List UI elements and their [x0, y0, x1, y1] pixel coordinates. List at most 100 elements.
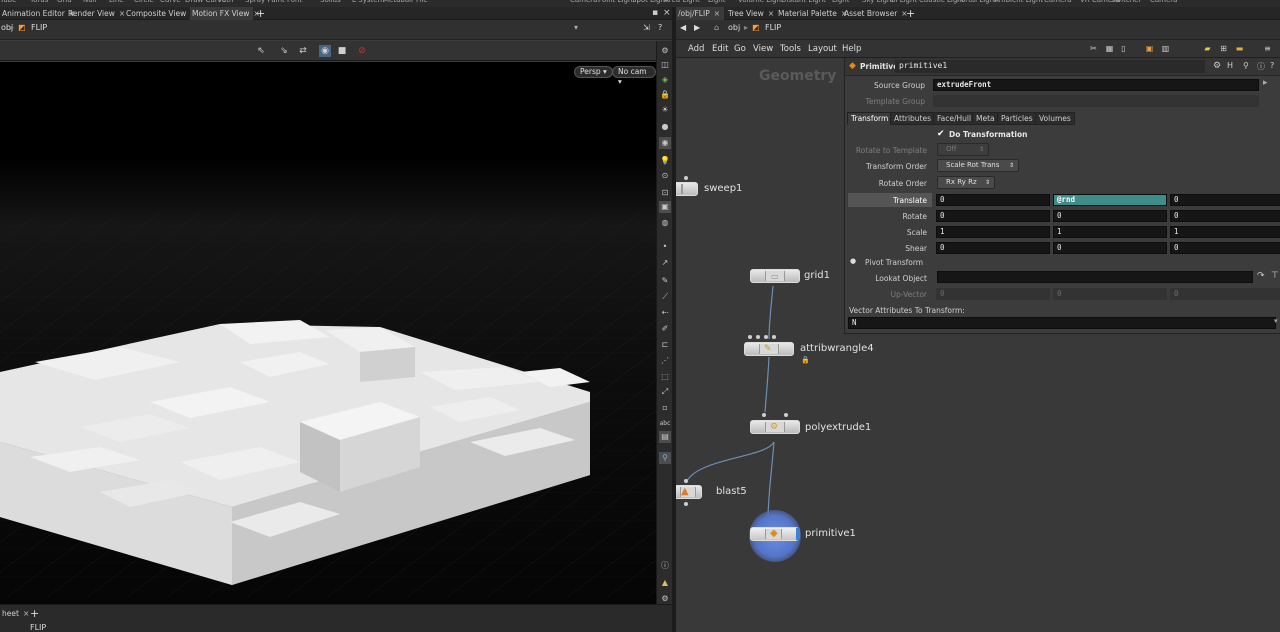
path-node[interactable]: FLIP [765, 23, 781, 32]
output-port[interactable] [684, 502, 688, 506]
rotate-to-template-menu[interactable]: Off ⇕ [937, 143, 989, 156]
visibility-icon[interactable]: ◈ [659, 74, 671, 86]
home-icon[interactable]: ⌂ [714, 23, 719, 32]
menu-tools[interactable]: Tools [780, 44, 801, 54]
close-icon[interactable]: × [768, 9, 774, 18]
rotate-x-field[interactable]: 0 [936, 210, 1050, 222]
layout-icon[interactable]: ▥ [1160, 43, 1171, 54]
upvector-z-field[interactable]: 0 [1170, 288, 1280, 300]
shelf-tool[interactable]: Null [83, 0, 97, 4]
pane-close-icon[interactable]: × [663, 7, 671, 20]
input-port[interactable] [764, 335, 768, 339]
shelf-tool[interactable]: L-System [352, 0, 384, 4]
template-icon[interactable]: ▣ [659, 201, 671, 213]
note-icon[interactable]: ▰ [1202, 43, 1213, 54]
expand-icon[interactable]: ● [850, 257, 856, 265]
backface-icon[interactable]: ◍ [659, 217, 671, 229]
dropdown-icon[interactable]: ▾ [1274, 317, 1278, 325]
folder-icon[interactable]: ▬ [1234, 43, 1245, 54]
shelf-tool[interactable]: Ambient Light [994, 0, 1043, 4]
square-icon[interactable]: ▫ [659, 402, 671, 414]
tab-face-hull[interactable]: Face/Hull [933, 112, 976, 125]
node-grid1[interactable]: ▭ [750, 269, 800, 283]
perspective-menu[interactable]: Persp ▾ [574, 66, 613, 78]
path-node[interactable]: FLIP [31, 23, 47, 32]
scale-z-field[interactable]: 1 [1170, 226, 1280, 238]
shelf-tool[interactable]: Metaball [383, 0, 413, 4]
lock-icon[interactable]: 🔒 [659, 89, 671, 101]
shear-y-field[interactable]: 0 [1053, 242, 1167, 254]
checkbox-do-transformation[interactable]: ✔ [937, 129, 945, 139]
jump-icon[interactable]: ↷ [1257, 271, 1265, 281]
vector-attrs-field[interactable]: N [848, 317, 1276, 329]
pivot-transform-folder[interactable]: Pivot Transform [865, 258, 923, 267]
upvector-y-field[interactable]: 0 [1053, 288, 1167, 300]
shelf-tool[interactable]: Switcher [1111, 0, 1141, 4]
info-icon[interactable]: ⓘ [659, 560, 671, 572]
rotate-order-menu[interactable]: Rx Ry Rz ⇕ [937, 176, 995, 189]
display-options-icon[interactable]: ⚙ [659, 45, 671, 57]
tab-render-view[interactable]: Render View × [66, 7, 125, 20]
menu-help[interactable]: Help [842, 44, 861, 54]
shelf-tool[interactable]: Volume Light [738, 0, 784, 4]
shelf-tool[interactable]: Line [109, 0, 124, 4]
group-select-icon[interactable]: ▸ [1263, 78, 1268, 88]
light-icon[interactable]: ☀ [659, 104, 671, 116]
scene-viewport[interactable]: Persp ▾ No cam ▾ [0, 62, 656, 604]
tab-asset-browser[interactable]: Asset Browser × [842, 7, 908, 20]
shelf-tool[interactable]: Path [218, 0, 233, 4]
tab-animation-editor[interactable]: Animation Editor × [0, 7, 75, 20]
tab-motion-fx-view[interactable]: Motion FX View × [190, 7, 260, 20]
headlight-icon[interactable]: ◉ [659, 137, 671, 149]
brush-icon[interactable]: ✎ [659, 275, 671, 287]
link-icon[interactable]: H [1227, 61, 1233, 70]
image-icon[interactable]: ⊞ [1218, 43, 1229, 54]
shelf-tool[interactable]: Light [708, 0, 725, 4]
normal-icon[interactable]: ↗ [659, 257, 671, 269]
guide-icon[interactable]: ⇠ [659, 307, 671, 319]
uv-icon[interactable]: ⋰ [659, 355, 671, 367]
input-port[interactable] [784, 413, 788, 417]
marker-icon[interactable]: ⚲ [659, 452, 671, 464]
input-port[interactable] [684, 176, 688, 180]
input-port[interactable] [762, 413, 766, 417]
translate-z-field[interactable]: 0 [1170, 194, 1280, 206]
camera-menu[interactable]: No cam ▾ [612, 66, 656, 86]
tab-network-view[interactable]: /obj/FLIP × [676, 7, 724, 20]
info-icon[interactable]: ⓘ [1257, 61, 1265, 72]
menu-go[interactable]: Go [734, 44, 746, 54]
input-port[interactable] [756, 335, 760, 339]
shelf-tool[interactable]: Font [287, 0, 302, 4]
stop-icon[interactable]: ⊘ [356, 45, 368, 57]
camera-icon[interactable]: ◫ [659, 59, 671, 71]
tab-transform[interactable]: Transform [847, 112, 893, 125]
shelf-tool[interactable]: Portal Light [957, 0, 997, 4]
shelf-tool[interactable]: File [416, 0, 428, 4]
bottom-path-node[interactable]: FLIP [30, 623, 46, 632]
input-port[interactable] [684, 479, 688, 483]
transform-tool-icon[interactable]: ⇘ [278, 45, 290, 57]
tab-particles[interactable]: Particles [997, 112, 1037, 125]
menu-view[interactable]: View [753, 44, 773, 54]
scale-y-field[interactable]: 1 [1053, 226, 1167, 238]
shelf-tool[interactable]: GI Light [890, 0, 917, 4]
tab-meta[interactable]: Meta [972, 112, 999, 125]
snap-icon[interactable]: ◉ [319, 45, 331, 57]
node-chooser-icon[interactable]: ⊤ [1271, 271, 1279, 281]
edit-icon[interactable]: ✐ [659, 323, 671, 335]
rotate-tool-icon[interactable]: ⇄ [297, 45, 309, 57]
measure-icon[interactable]: ⟋ [659, 291, 671, 303]
palette-icon[interactable]: ▣ [1144, 43, 1155, 54]
transform-order-menu[interactable]: Scale Rot Trans ⇕ [937, 159, 1019, 172]
display-icon[interactable]: ■ [336, 45, 348, 57]
add-tab-icon[interactable]: + [30, 607, 39, 620]
menu-add[interactable]: Add [688, 44, 704, 54]
shelf-tool[interactable]: Distant Light [781, 0, 826, 4]
select-tool-icon[interactable]: ⇖ [255, 45, 267, 57]
forward-icon[interactable]: ▶ [694, 23, 700, 32]
add-tab-icon[interactable]: + [256, 7, 265, 20]
add-tab-icon[interactable]: + [906, 7, 915, 20]
shelf-tool[interactable]: Curve [160, 0, 181, 4]
tab-composite-view[interactable]: Composite View× [124, 7, 197, 20]
lookat-field[interactable] [937, 271, 1253, 283]
